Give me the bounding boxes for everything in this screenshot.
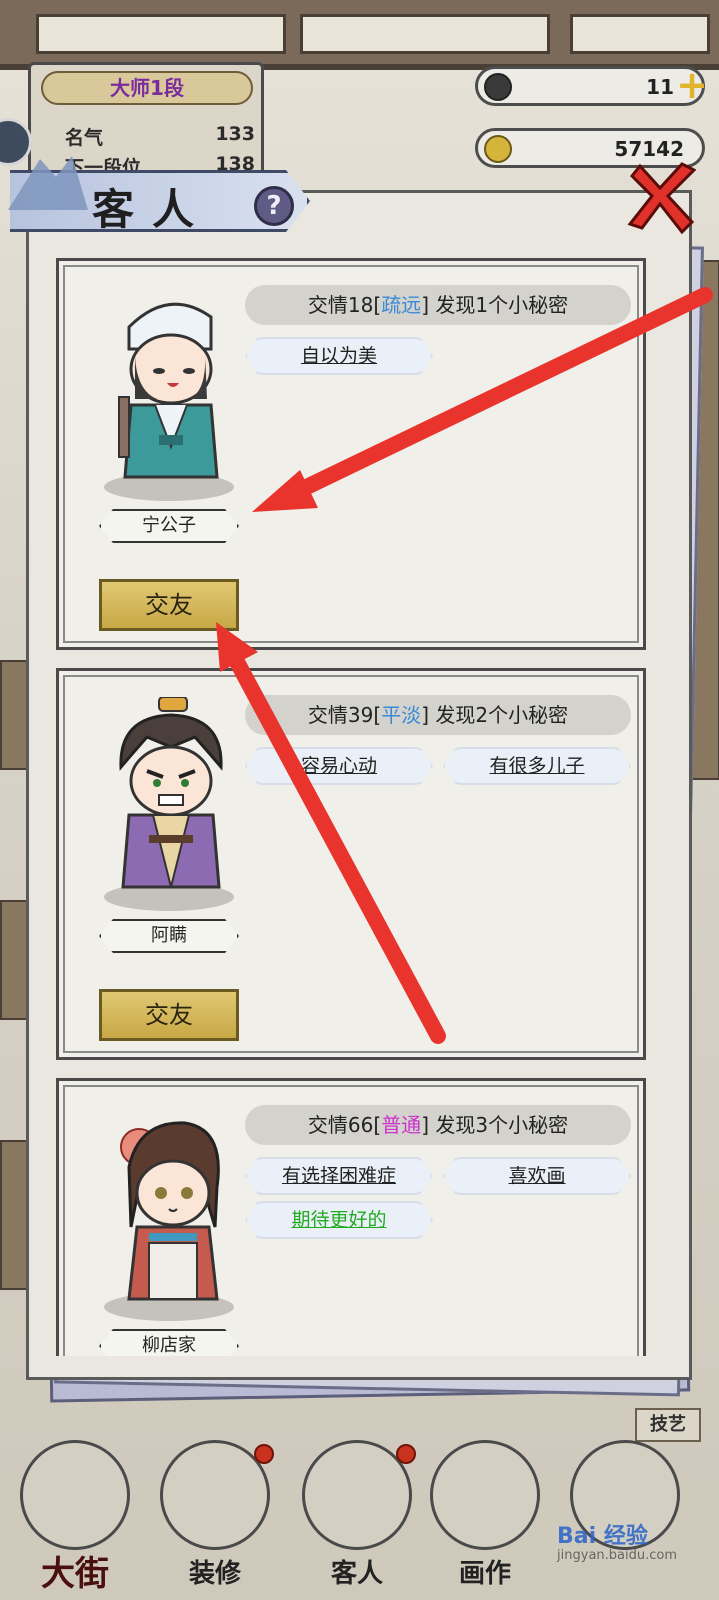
dialog-title: 客人	[92, 185, 213, 234]
guest-card: 宁公子 交友 交情18[疏远] 发现1个小秘密 自以为美	[56, 258, 646, 650]
help-button[interactable]: ?	[254, 186, 294, 226]
close-icon[interactable]	[622, 158, 696, 238]
nav-label: 大街	[41, 1554, 109, 1594]
guest-avatar[interactable]	[99, 1107, 239, 1317]
fame-value: 133	[215, 123, 255, 145]
secret-trait[interactable]: 有选择困难症	[245, 1157, 433, 1195]
fame-row: 名气 133	[65, 123, 255, 150]
nav-street[interactable]: 大街	[10, 1440, 140, 1600]
watermark-brand: Bai 经验	[557, 1524, 648, 1549]
nav-decorate[interactable]: 装修	[150, 1440, 280, 1600]
secret-trait[interactable]: 喜欢画	[443, 1157, 631, 1195]
intimacy-suffix: ] 发现2个小秘密	[421, 703, 569, 727]
nav-guests[interactable]: 客人	[292, 1440, 422, 1600]
notification-dot	[254, 1444, 274, 1464]
guest-list[interactable]: 宁公子 交友 交情18[疏远] 发现1个小秘密 自以为美 阿瞒 交友 交情39[…	[40, 236, 670, 1356]
make-friend-button[interactable]: 交友	[99, 989, 239, 1041]
rank-title: 大师1段	[41, 71, 253, 105]
nav-paintings[interactable]: 画作	[420, 1440, 550, 1600]
intimacy-level: 平淡	[381, 703, 422, 727]
add-jade-icon[interactable]: +	[676, 65, 708, 105]
intimacy-prefix: 交情18[	[307, 293, 382, 317]
make-friend-button[interactable]: 交友	[99, 579, 239, 631]
watermark: Bai 经验 jingyan.baidu.com	[557, 1518, 677, 1563]
rank-panel[interactable]: 大师1段 名气 133 下一段位 138	[28, 62, 264, 182]
secret-trait[interactable]: 容易心动	[245, 747, 433, 785]
coin-icon	[484, 135, 512, 163]
skills-tab[interactable]: 技艺	[635, 1408, 701, 1442]
guest-avatar[interactable]	[99, 287, 239, 497]
intimacy-label: 交情18[疏远] 发现1个小秘密	[245, 285, 631, 325]
nav-label: 画作	[458, 1559, 511, 1589]
intimacy-suffix: ] 发现3个小秘密	[421, 1113, 569, 1137]
jade-icon	[484, 73, 512, 101]
jade-value: 11	[646, 75, 674, 99]
beam-panel	[36, 14, 286, 54]
nav-label: 客人	[330, 1559, 383, 1589]
intimacy-label: 交情66[普通] 发现3个小秘密	[245, 1105, 631, 1145]
street-gate-icon	[20, 1440, 130, 1550]
jade-counter[interactable]: 11 +	[475, 65, 708, 106]
guest-name: 柳店家	[99, 1329, 239, 1356]
fame-label: 名气	[65, 127, 104, 149]
scroll-painting-icon	[430, 1440, 540, 1550]
intimacy-level: 疏远	[381, 293, 422, 317]
intimacy-suffix: ] 发现1个小秘密	[421, 293, 569, 317]
guest-name: 阿瞒	[99, 919, 239, 953]
watermark-url: jingyan.baidu.com	[557, 1548, 677, 1563]
guest-card: 阿瞒 交友 交情39[平淡] 发现2个小秘密 容易心动 有很多儿子	[56, 668, 646, 1060]
guest-avatar[interactable]	[99, 697, 239, 907]
secret-trait[interactable]: 期待更好的	[245, 1201, 433, 1239]
secret-trait[interactable]: 有很多儿子	[443, 747, 631, 785]
beam-panel	[300, 14, 550, 54]
guest-name: 宁公子	[99, 509, 239, 543]
secret-trait[interactable]: 自以为美	[245, 337, 433, 375]
background-beam	[0, 0, 719, 70]
intimacy-label: 交情39[平淡] 发现2个小秘密	[245, 695, 631, 735]
beam-panel	[570, 14, 710, 54]
bottom-nav: 技艺 大街 装修 客人 画作	[0, 1400, 719, 1600]
intimacy-prefix: 交情39[	[307, 703, 382, 727]
intimacy-level: 普通	[381, 1113, 422, 1137]
nav-label: 装修	[188, 1559, 241, 1589]
notification-dot	[396, 1444, 416, 1464]
intimacy-prefix: 交情66[	[307, 1113, 382, 1137]
guest-card: 柳店家 交情66[普通] 发现3个小秘密 有选择困难症 喜欢画 期待更好的	[56, 1078, 646, 1356]
